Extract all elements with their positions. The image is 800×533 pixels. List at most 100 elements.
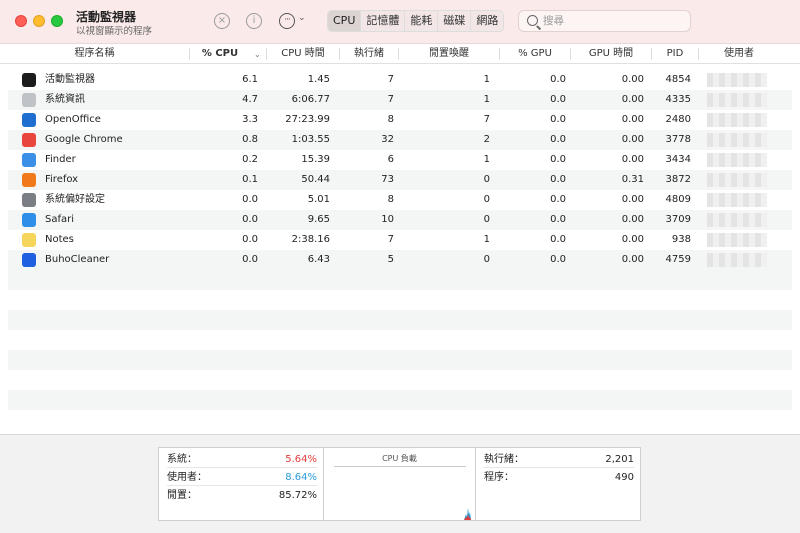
google-chrome-icon <box>22 133 36 147</box>
stat-row-processes: 程序： 490 <box>484 470 634 486</box>
chevron-down-icon[interactable]: ⌄ <box>298 13 306 23</box>
column-header-user[interactable]: 使用者 <box>699 44 779 64</box>
cell-pid: 4335 <box>665 94 691 105</box>
thread-count-box: 執行緒： 2,201 程序： 490 <box>475 447 641 521</box>
table-row[interactable]: Finder 0.2 15.39 6 1 0.0 0.00 3434 <box>8 150 792 170</box>
table-row[interactable]: Safari 0.0 9.65 10 0 0.0 0.00 3709 <box>8 210 792 230</box>
cell-gpu-time: 0.00 <box>621 214 644 225</box>
stat-label-user: 使用者： <box>167 472 207 483</box>
tab-network[interactable]: 網路 <box>471 11 503 31</box>
cell-gpu: 0.0 <box>550 234 566 245</box>
cell-user-redacted <box>707 73 767 87</box>
cell-process-name: 活動監視器 <box>45 74 95 85</box>
column-header-pid[interactable]: PID <box>652 44 698 64</box>
title-bar: 活動監視器 以視窗顯示的程序 × i ··· ⌄ CPU 記憶體 能耗 磁碟 網… <box>0 0 800 44</box>
column-header-idle-wake-ups[interactable]: 閒置喚醒 <box>399 44 499 64</box>
tab-memory[interactable]: 記憶體 <box>361 11 406 31</box>
stat-value-threads: 2,201 <box>605 454 634 465</box>
cell-idle-wake-ups: 1 <box>483 74 490 85</box>
cell-threads: 7 <box>387 234 394 245</box>
zoom-window-button[interactable] <box>51 15 63 27</box>
stat-value-user: 8.64% <box>285 472 317 483</box>
cell-user-redacted <box>707 213 767 227</box>
table-row[interactable]: OpenOffice 3.3 27:23.99 8 7 0.0 0.00 2480 <box>8 110 792 130</box>
cell-idle-wake-ups: 0 <box>483 194 490 205</box>
cell-process-name: 系統資訊 <box>45 94 85 105</box>
column-header-gpu[interactable]: % GPU <box>500 44 570 64</box>
window-subtitle[interactable]: 以視窗顯示的程序 <box>76 23 152 37</box>
search-field[interactable] <box>518 10 691 32</box>
notes-icon <box>22 233 36 247</box>
cell-pid: 3434 <box>665 154 691 165</box>
stat-row-user: 使用者： 8.64% <box>167 470 317 486</box>
table-row[interactable]: Firefox 0.1 50.44 73 0 0.0 0.31 3872 <box>8 170 792 190</box>
table-row[interactable]: 系統偏好設定 0.0 5.01 8 0 0.0 0.00 4809 <box>8 190 792 210</box>
system-preferences-icon <box>22 193 36 207</box>
cell-pid: 4759 <box>665 254 691 265</box>
cell-threads: 10 <box>381 214 394 225</box>
table-row[interactable]: 活動監視器 6.1 1.45 7 1 0.0 0.00 4854 <box>8 70 792 90</box>
cell-gpu: 0.0 <box>550 74 566 85</box>
cell-cpu: 0.0 <box>242 234 258 245</box>
info-icon[interactable]: i <box>246 13 262 29</box>
cell-user-redacted <box>707 253 767 267</box>
cell-user-redacted <box>707 133 767 147</box>
buhocleaner-icon <box>22 253 36 267</box>
column-header-gpu-time[interactable]: GPU 時間 <box>571 44 651 64</box>
table-row[interactable]: Google Chrome 0.8 1:03.55 32 2 0.0 0.00 3778 <box>8 130 792 150</box>
stat-label-system: 系統： <box>167 454 197 465</box>
cell-idle-wake-ups: 2 <box>483 134 490 145</box>
cell-cpu-time: 6.43 <box>307 254 330 265</box>
cell-gpu-time: 0.00 <box>621 114 644 125</box>
cell-user-redacted <box>707 93 767 107</box>
table-header: 程序名稱 % CPU ⌄ CPU 時間 執行緒 閒置喚醒 % GPU GPU 時… <box>0 44 800 64</box>
cell-user-redacted <box>707 173 767 187</box>
cell-user-redacted <box>707 193 767 207</box>
tab-cpu[interactable]: CPU <box>328 11 362 31</box>
search-input[interactable] <box>543 13 683 29</box>
table-row[interactable]: 系統資訊 4.7 6:06.77 7 1 0.0 0.00 4335 <box>8 90 792 110</box>
column-header-process-name[interactable]: 程序名稱 <box>0 44 189 64</box>
tab-energy[interactable]: 能耗 <box>405 11 439 31</box>
column-header-threads[interactable]: 執行緒 <box>340 44 398 64</box>
cell-threads: 8 <box>387 194 394 205</box>
graph-divider <box>334 466 466 467</box>
cell-gpu-time: 0.00 <box>621 134 644 145</box>
cell-idle-wake-ups: 0 <box>483 214 490 225</box>
cell-idle-wake-ups: 1 <box>483 154 490 165</box>
close-window-button[interactable] <box>15 15 27 27</box>
cell-cpu: 0.0 <box>242 254 258 265</box>
activity-monitor-window: 活動監視器 以視窗顯示的程序 × i ··· ⌄ CPU 記憶體 能耗 磁碟 網… <box>0 0 800 533</box>
cell-gpu-time: 0.00 <box>621 74 644 85</box>
stat-row-system: 系統： 5.64% <box>167 452 317 468</box>
table-row[interactable]: BuhoCleaner 0.0 6.43 5 0 0.0 0.00 4759 <box>8 250 792 270</box>
cell-gpu-time: 0.31 <box>621 174 644 185</box>
cell-idle-wake-ups: 0 <box>483 254 490 265</box>
table-row[interactable]: Notes 0.0 2:38.16 7 1 0.0 0.00 938 <box>8 230 792 250</box>
cell-pid: 938 <box>671 234 691 245</box>
stat-value-idle: 85.72% <box>278 490 317 501</box>
sort-descending-icon[interactable]: ⌄ <box>254 50 261 59</box>
cpu-load-graph-title: CPU 負載 <box>382 454 417 463</box>
cpu-usage-box: 系統： 5.64% 使用者： 8.64% 閒置： 85.72% <box>158 447 324 521</box>
cell-idle-wake-ups: 0 <box>483 174 490 185</box>
cell-process-name: Finder <box>45 154 76 165</box>
tab-disk[interactable]: 磁碟 <box>438 11 472 31</box>
stat-label-processes: 程序： <box>484 472 514 483</box>
cell-gpu: 0.0 <box>550 154 566 165</box>
empty-row <box>8 390 792 410</box>
x-circle-icon[interactable]: × <box>214 13 230 29</box>
minimize-window-button[interactable] <box>33 15 45 27</box>
empty-row <box>8 410 792 430</box>
ellipsis-icon[interactable]: ··· <box>279 13 295 29</box>
cell-cpu-time: 9.65 <box>307 214 330 225</box>
firefox-icon <box>22 173 36 187</box>
cell-cpu: 0.0 <box>242 194 258 205</box>
category-tabs: CPU 記憶體 能耗 磁碟 網路 <box>327 10 505 32</box>
cell-cpu: 6.1 <box>242 74 258 85</box>
stat-value-processes: 490 <box>614 472 634 483</box>
cell-threads: 32 <box>381 134 394 145</box>
column-header-cpu-time[interactable]: CPU 時間 <box>267 44 339 64</box>
column-header-cpu[interactable]: % CPU <box>190 44 250 64</box>
cell-cpu-time: 5.01 <box>307 194 330 205</box>
